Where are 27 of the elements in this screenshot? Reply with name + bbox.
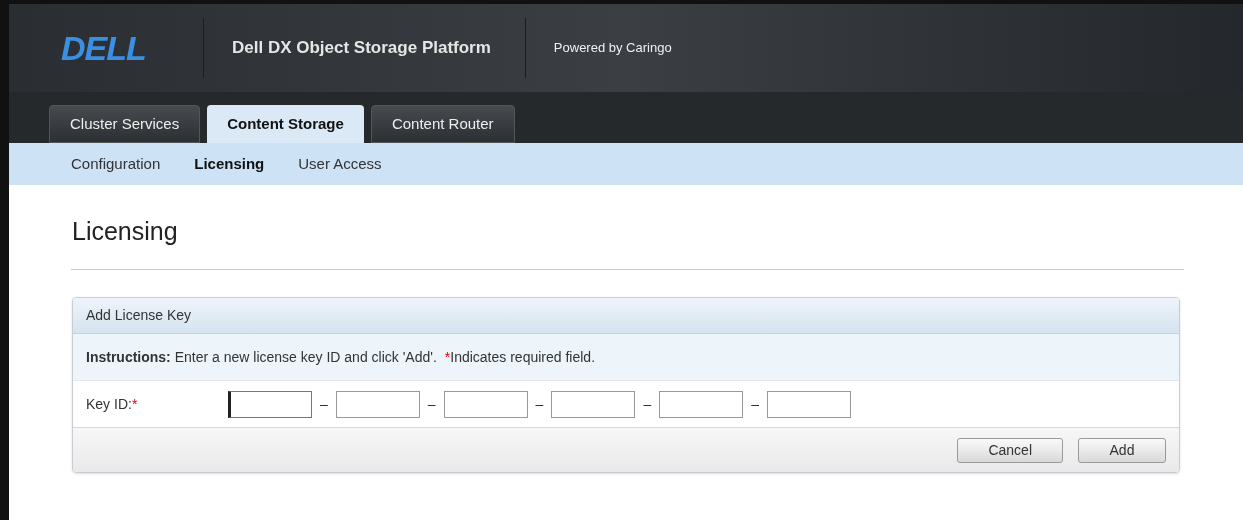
key-part-field[interactable] xyxy=(228,390,312,418)
panel-title: Add License Key xyxy=(86,306,192,325)
separator-dash: – xyxy=(427,394,436,414)
separator-dash: – xyxy=(320,394,328,414)
instructions-text: Instructions: Enter a new license key ID and click 'Add'. xyxy=(86,347,437,367)
tab[interactable]: Content Router xyxy=(370,105,515,143)
subnav-link[interactable]: User Access xyxy=(298,152,382,176)
separator-dash: – xyxy=(751,394,759,414)
required-note: *Indicates required field. xyxy=(444,347,596,367)
key-part-field[interactable] xyxy=(335,390,420,418)
subnav-link[interactable]: Configuration xyxy=(71,152,161,176)
page-title: Licensing xyxy=(72,216,179,247)
separator-dash: – xyxy=(643,394,652,414)
key-part-field[interactable] xyxy=(767,390,851,418)
app-title: Dell DX Object Storage Platform xyxy=(232,37,491,60)
powered-by-text: Powered by Caringo xyxy=(553,39,672,58)
subnav-link[interactable]: Licensing xyxy=(194,152,265,176)
action-button[interactable]: Add xyxy=(1078,437,1166,463)
key-id-label: Key ID:* xyxy=(86,394,139,414)
tab[interactable]: Cluster Services xyxy=(49,105,201,143)
key-part-field[interactable] xyxy=(659,390,744,418)
separator-dash: – xyxy=(535,394,544,414)
key-part-field[interactable] xyxy=(551,390,636,418)
tab[interactable]: Content Storage xyxy=(207,105,364,143)
action-button[interactable]: Cancel xyxy=(957,437,1063,463)
key-part-field[interactable] xyxy=(443,390,528,418)
logo: DELL xyxy=(61,27,147,69)
